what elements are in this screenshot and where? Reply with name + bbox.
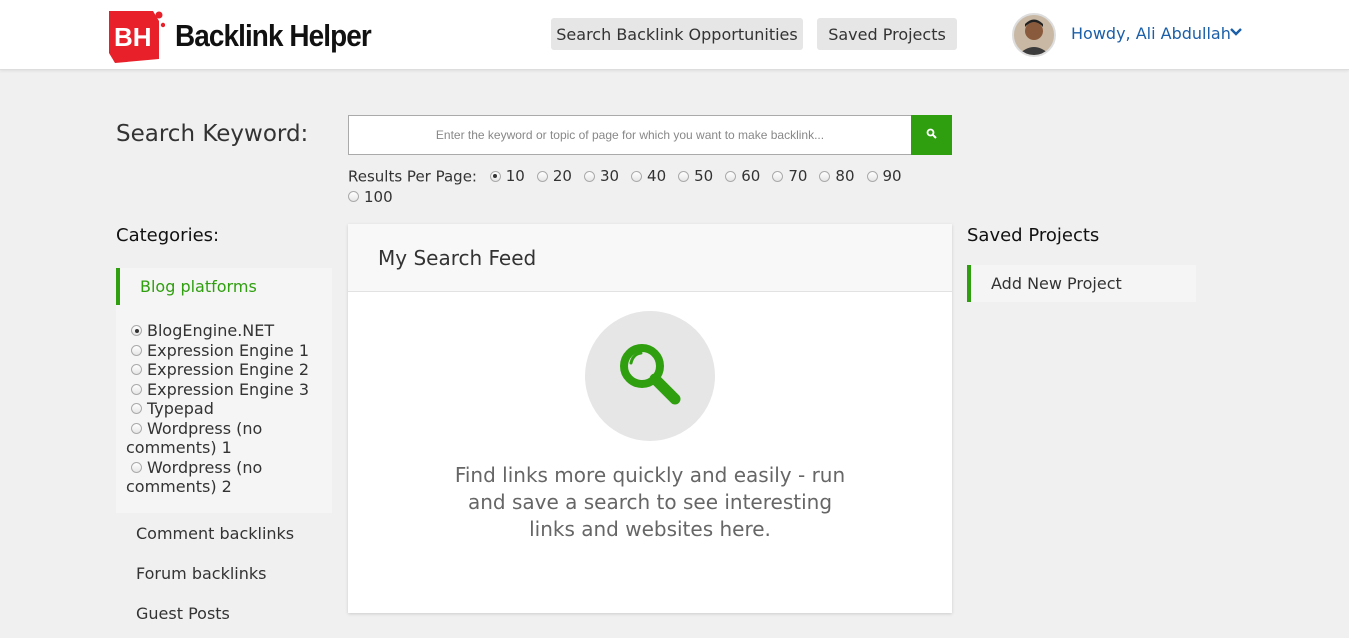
category-sub-item-label: Wordpress (no comments) 2 (126, 457, 263, 497)
results-option-20[interactable]: 20 (536, 166, 572, 186)
search-button[interactable] (911, 115, 952, 155)
magnifier-icon (615, 339, 685, 413)
radio-button[interactable] (583, 170, 595, 182)
category-sub-item[interactable]: Typepad (126, 399, 322, 419)
radio-button[interactable] (131, 344, 142, 356)
radio-button[interactable] (725, 170, 737, 182)
results-option-label: 20 (552, 167, 572, 185)
results-option-label: 90 (882, 167, 902, 185)
results-option-label: 40 (647, 167, 667, 185)
saved-projects-title: Saved Projects (967, 225, 1100, 246)
results-per-page-label: Results Per Page: (348, 167, 477, 186)
radio-button[interactable] (772, 170, 784, 182)
results-option-10[interactable]: 10 (489, 166, 525, 186)
results-option-label: 60 (741, 167, 761, 185)
search-keyword-label: Search Keyword: (116, 121, 309, 147)
radio-button[interactable] (678, 170, 690, 182)
category-comment-backlinks[interactable]: Comment backlinks (136, 524, 294, 543)
results-option-80[interactable]: 80 (819, 166, 855, 186)
radio-button[interactable] (131, 325, 142, 336)
results-option-40[interactable]: 40 (631, 166, 666, 186)
radio-button[interactable] (536, 170, 548, 182)
radio-button[interactable] (131, 403, 142, 414)
nav-search-backlink-button[interactable]: Search Backlink Opportunities (551, 18, 803, 50)
feed-title: My Search Feed (348, 224, 952, 292)
search-icon (926, 128, 938, 143)
feed-empty-message: Find links more quickly and easily - run… (454, 463, 846, 541)
results-option-label: 100 (364, 187, 393, 206)
avatar[interactable] (1012, 13, 1056, 57)
category-sub-item-label: Typepad (147, 399, 214, 418)
category-sub-item[interactable]: Expression Engine 1 (126, 341, 322, 361)
radio-button[interactable] (131, 461, 142, 473)
category-sub-item-label: Wordpress (no comments) 1 (126, 418, 263, 458)
logo[interactable]: BH Backlink Helper (107, 8, 393, 64)
search-input[interactable] (348, 115, 912, 155)
results-option-label: 70 (788, 167, 808, 185)
radio-button[interactable] (131, 383, 142, 395)
category-sub-list: BlogEngine.NET Expression Engine 1 Express… (116, 305, 332, 513)
results-option-70[interactable]: 70 (772, 166, 807, 186)
results-option-90[interactable]: 90 (866, 166, 902, 186)
results-option-label: 30 (599, 167, 620, 185)
category-sub-item-label: Expression Engine 1 (147, 340, 310, 360)
logo-badge-text: BH (114, 22, 152, 52)
nav-saved-projects-button[interactable]: Saved Projects (817, 18, 957, 50)
category-sub-item[interactable]: BlogEngine.NET (126, 321, 322, 341)
results-option-100[interactable]: 100 (348, 187, 393, 207)
user-greeting[interactable]: Howdy, Ali Abdullah (1071, 24, 1231, 43)
category-forum-backlinks[interactable]: Forum backlinks (136, 564, 266, 583)
category-sub-item-label: Expression Engine 3 (147, 379, 310, 399)
category-sub-item[interactable]: Wordpress (no comments) 2 (126, 458, 322, 497)
results-per-page: Results Per Page: 10 20 30 40 50 60 70 80 90 100 (348, 166, 938, 207)
radio-button[interactable] (631, 170, 643, 182)
categories-title: Categories: (116, 225, 220, 246)
category-guest-posts[interactable]: Guest Posts (136, 604, 230, 623)
chevron-down-icon[interactable] (1229, 24, 1243, 38)
radio-button[interactable] (489, 170, 501, 182)
results-option-label: 80 (835, 167, 855, 185)
results-option-30[interactable]: 30 (583, 166, 620, 186)
results-option-label: 50 (694, 167, 714, 185)
radio-button[interactable] (131, 422, 142, 434)
results-option-label: 10 (505, 167, 525, 185)
logo-text: Backlink Helper (175, 18, 372, 53)
category-sub-item-label: BlogEngine.NET (147, 321, 275, 340)
radio-button[interactable] (131, 364, 142, 375)
category-blog-platforms[interactable]: Blog platforms (116, 268, 332, 305)
add-new-project-button[interactable]: Add New Project (967, 265, 1196, 302)
logo-badge-icon: BH (107, 9, 166, 63)
results-option-50[interactable]: 50 (678, 166, 713, 186)
top-header: BH Backlink Helper Search Backlink Oppor… (0, 0, 1349, 70)
category-sub-item-label: Expression Engine 2 (147, 360, 310, 379)
radio-button[interactable] (866, 170, 878, 182)
feed-illustration (585, 311, 715, 441)
category-sub-item[interactable]: Wordpress (no comments) 1 (126, 419, 322, 458)
radio-button[interactable] (819, 170, 831, 182)
category-sub-item[interactable]: Expression Engine 2 (126, 360, 322, 380)
search-feed-panel: My Search Feed Find links more quickly a… (348, 224, 952, 613)
results-option-60[interactable]: 60 (725, 166, 760, 186)
category-sub-item[interactable]: Expression Engine 3 (126, 380, 322, 400)
radio-button[interactable] (348, 191, 359, 202)
